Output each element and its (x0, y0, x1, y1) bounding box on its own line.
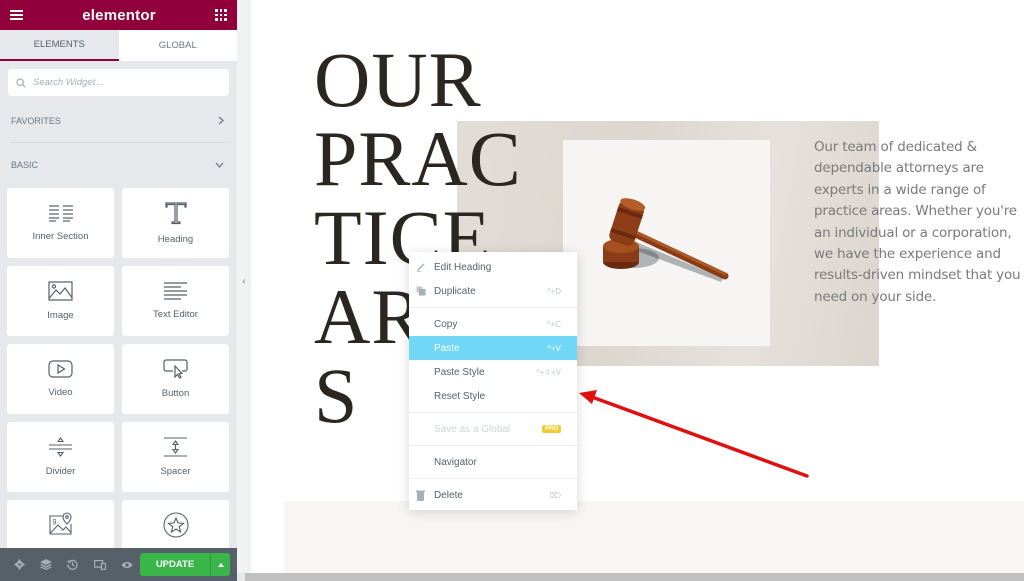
widget-text-editor[interactable]: Text Editor (122, 266, 229, 336)
widget-inner-section[interactable]: Inner Section (7, 188, 114, 258)
text-editor-icon (164, 282, 187, 300)
gavel-icon (603, 198, 729, 282)
widget-label: Video (48, 387, 73, 398)
heading-icon (164, 202, 187, 225)
chevron-right-icon (218, 116, 224, 125)
widget-divider[interactable]: Divider (7, 422, 114, 492)
menu-separator (409, 412, 577, 413)
responsive-mode-icon[interactable] (86, 559, 113, 570)
widget-button[interactable]: Button (122, 344, 229, 414)
google-maps-icon: g (48, 512, 72, 535)
practice-areas-description[interactable]: Our team of dedicated & dependable attor… (814, 137, 1024, 308)
panel-tabs: ELEMENTS GLOBAL (0, 30, 237, 61)
widget-label: Divider (45, 466, 76, 477)
widgets-grid-icon[interactable] (215, 9, 227, 21)
divider-icon (49, 437, 72, 457)
navigator-layers-icon[interactable] (33, 559, 60, 570)
menu-item-shortcut: ⌦ (549, 490, 561, 500)
menu-item-label: Duplicate (434, 285, 476, 297)
chevron-down-icon (215, 162, 224, 168)
menu-item-paste[interactable]: Paste ^+V (409, 336, 577, 360)
menu-item-shortcut: ^+D (546, 286, 561, 296)
menu-separator (409, 445, 577, 446)
search-widget-input[interactable] (33, 77, 213, 88)
video-icon (48, 360, 73, 378)
panel-header: elementor (0, 0, 237, 30)
menu-item-navigator[interactable]: Navigator (409, 450, 577, 474)
widget-heading[interactable]: Heading (122, 188, 229, 258)
panel-footer: UPDATE (0, 548, 237, 581)
context-menu: Edit Heading Duplicate ^+D Copy ^+C Past… (409, 252, 577, 510)
menu-item-label: Paste Style (434, 366, 485, 378)
star-icon (162, 512, 189, 538)
menu-item-delete[interactable]: Delete ⌦ (409, 483, 577, 507)
scrollbar-left-arrow[interactable] (237, 573, 245, 581)
menu-item-shortcut: ^+V (547, 343, 561, 353)
menu-item-label: Paste (434, 342, 460, 354)
next-section[interactable] (284, 501, 1024, 573)
chevron-left-icon: ‹ (242, 276, 246, 287)
settings-icon[interactable] (6, 559, 33, 570)
category-label: FAVORITES (11, 115, 61, 126)
elementor-logo: elementor (82, 6, 156, 24)
duplicate-icon (416, 286, 426, 296)
widget-grid: Inner Section Heading Image Text Editor (0, 186, 237, 570)
widget-label: Image (47, 310, 74, 321)
menu-item-duplicate[interactable]: Duplicate ^+D (409, 279, 577, 303)
menu-item-shortcut: ^+⇧+V (535, 367, 561, 377)
pencil-icon (417, 263, 425, 272)
history-icon[interactable] (60, 559, 87, 570)
gavel-image[interactable] (563, 140, 770, 346)
menu-item-label: Save as a Global (434, 423, 511, 435)
menu-item-label: Navigator (434, 456, 477, 468)
widget-label: Spacer (160, 466, 191, 477)
save-options-caret-icon[interactable] (210, 553, 230, 576)
category-basic[interactable]: BASIC (0, 143, 237, 186)
menu-item-paste-style[interactable]: Paste Style ^+⇧+V (409, 360, 577, 384)
widget-label: Button (161, 388, 190, 399)
menu-separator (409, 307, 577, 308)
category-label: BASIC (11, 159, 39, 170)
svg-text:g: g (52, 518, 56, 525)
inner-section-icon (48, 205, 73, 222)
widget-label: Text Editor (153, 309, 198, 320)
category-favorites[interactable]: FAVORITES (0, 99, 237, 142)
preview-canvas: OUR PRAC TICE AREA S (251, 0, 1024, 573)
menu-item-shortcut: ^+C (546, 319, 561, 329)
tab-global[interactable]: GLOBAL (119, 30, 238, 61)
preview-eye-icon[interactable] (113, 561, 140, 569)
menu-item-label: Reset Style (434, 390, 486, 402)
update-button-group: UPDATE (140, 553, 230, 576)
widget-label: Heading (157, 234, 194, 245)
menu-item-label: Copy (434, 318, 458, 330)
widget-image[interactable]: Image (7, 266, 114, 336)
pro-badge: PRO (541, 425, 561, 433)
menu-separator (409, 478, 577, 479)
elementor-editor: elementor ELEMENTS GLOBAL FAVORITES BASI… (0, 0, 1024, 581)
search-box (8, 69, 229, 96)
horizontal-scrollbar[interactable] (245, 573, 1024, 581)
menu-item-save-as-global: Save as a Global PRO (409, 417, 577, 441)
menu-item-reset-style[interactable]: Reset Style (409, 384, 577, 408)
elementor-panel: elementor ELEMENTS GLOBAL FAVORITES BASI… (0, 0, 237, 581)
widget-label: Inner Section (32, 231, 89, 242)
heading-line: PRAC (314, 115, 522, 202)
heading-line: OUR (314, 36, 482, 123)
update-button[interactable]: UPDATE (140, 553, 210, 576)
trash-icon (416, 490, 425, 501)
tab-elements[interactable]: ELEMENTS (0, 30, 119, 61)
image-icon (48, 281, 73, 301)
menu-item-label: Edit Heading (434, 261, 492, 273)
menu-item-edit-heading[interactable]: Edit Heading (409, 255, 577, 279)
hamburger-menu-icon[interactable] (10, 10, 23, 20)
button-icon (163, 359, 188, 379)
widget-spacer[interactable]: Spacer (122, 422, 229, 492)
menu-item-copy[interactable]: Copy ^+C (409, 312, 577, 336)
search-icon (16, 77, 26, 88)
spacer-icon (164, 437, 187, 457)
widget-video[interactable]: Video (7, 344, 114, 414)
panel-collapse-handle[interactable]: ‹ (237, 0, 251, 573)
menu-item-label: Delete (434, 489, 463, 501)
